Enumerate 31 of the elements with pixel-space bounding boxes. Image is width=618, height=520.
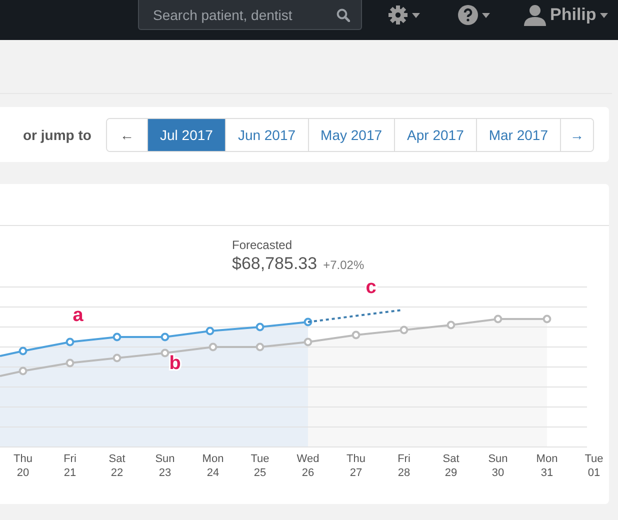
axis-label: Sat 29 <box>442 453 460 478</box>
settings-icon <box>388 5 408 25</box>
series-label: b <box>169 353 181 374</box>
user-icon <box>524 4 546 26</box>
axis-label: Tue 01 <box>584 453 604 478</box>
caret-icon <box>412 12 420 18</box>
caret-icon <box>600 12 608 18</box>
help-icon <box>458 5 478 25</box>
forecast-change: +7.02% <box>323 258 364 272</box>
axis-label: Thu 20 <box>14 453 32 478</box>
axis-label: Sun 30 <box>488 453 508 478</box>
forecast-amount: $68,785.33 <box>232 254 318 274</box>
next-button[interactable]: → <box>560 118 594 150</box>
axis-label: Fri 28 <box>398 453 410 478</box>
axis-label: Mon 24 <box>202 453 224 478</box>
jump-label: or jump to <box>23 126 92 142</box>
month-tab[interactable]: Jul 2017 <box>147 118 225 150</box>
search-field[interactable]: Search patient, dentist <box>138 0 362 30</box>
axis-label: Sat 22 <box>108 453 126 478</box>
user-menu[interactable]: Philip <box>524 0 608 30</box>
series-label: c <box>366 278 376 298</box>
axis-label: Thu 27 <box>346 453 366 478</box>
search-icon <box>336 8 350 22</box>
axis-label: Fri 21 <box>64 453 76 478</box>
axis-label: Sun 23 <box>155 453 175 478</box>
forecast-title: Forecasted <box>232 238 294 252</box>
axis-label: Tue 25 <box>250 453 270 478</box>
axis-label: Wed 26 <box>296 453 320 478</box>
series-label: a <box>72 305 84 326</box>
caret-icon <box>482 12 490 18</box>
axis-label: Mon 31 <box>536 453 558 478</box>
